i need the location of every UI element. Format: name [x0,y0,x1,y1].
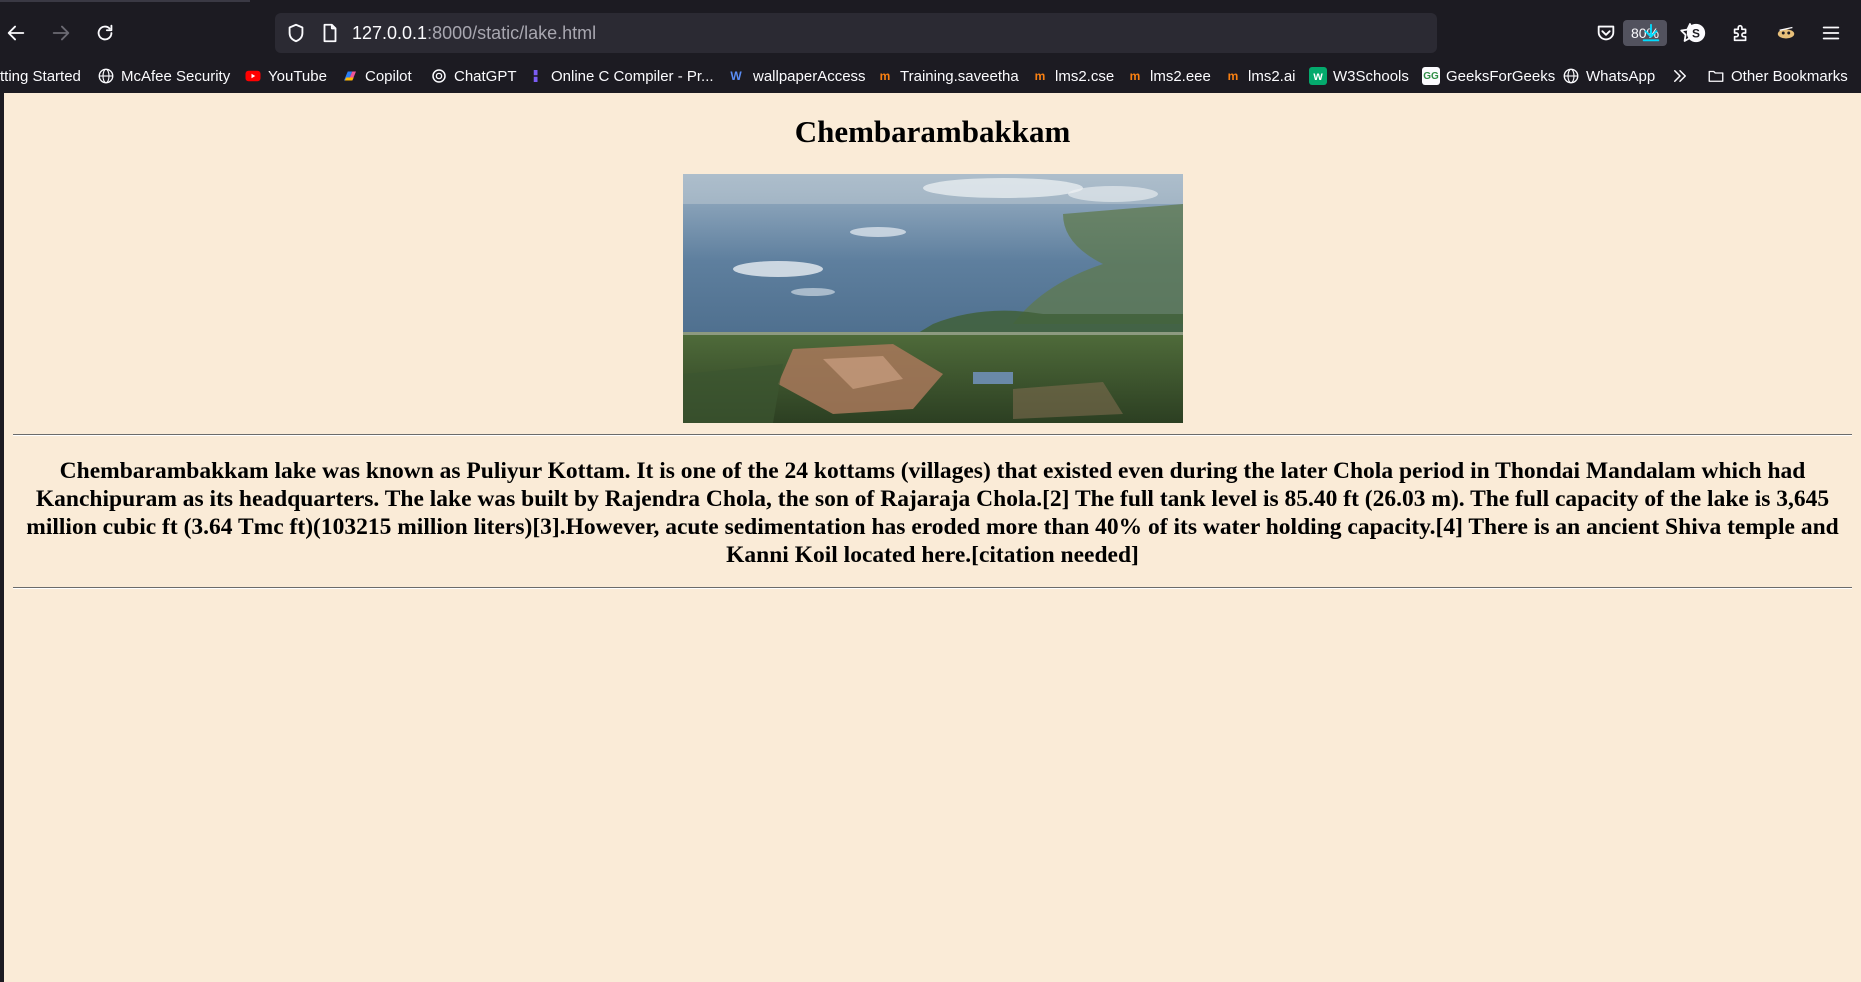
bookmark-geeksforgeeks[interactable]: GG GeeksForGeeks [1422,65,1555,87]
bookmark-mcafee[interactable]: McAfee Security [97,65,230,87]
bookmark-lms2-ai[interactable]: m lms2.ai [1224,65,1296,87]
bookmark-label: WhatsApp [1586,67,1656,85]
youtube-icon [244,67,262,85]
bookmark-youtube[interactable]: YouTube [244,65,327,87]
compiler-icon [527,67,545,85]
bookmark-training-saveetha[interactable]: m Training.saveetha [876,65,1019,87]
account-s-icon: S [1686,23,1706,43]
svg-text:S: S [1692,27,1700,41]
arrow-left-icon [7,25,25,41]
horizontal-rule [13,587,1852,589]
bookmark-label: lms2.ai [1248,67,1296,85]
arrow-right-icon [52,25,70,41]
back-button[interactable] [0,16,33,50]
bookmarks-overflow-button[interactable] [1671,65,1689,87]
pocket-button[interactable] [1593,20,1619,46]
bookmark-label: wallpaperAccess [753,67,866,85]
bookmark-copilot[interactable]: Copilot [341,65,412,87]
bookmark-online-c-compiler[interactable]: Online C Compiler - Pr... [527,65,714,87]
globe-icon [1562,67,1580,85]
moodle-icon: m [879,69,891,83]
bookmark-wallpaperaccess[interactable]: W wallpaperAccess [725,65,866,87]
downloads-button[interactable] [1638,20,1664,46]
chatgpt-icon [430,67,448,85]
page-icon[interactable] [319,22,341,44]
bookmark-label: tting Started [0,67,81,85]
bookmark-label: W3Schools [1333,67,1409,85]
bookmark-whatsapp[interactable]: WhatsApp [1562,65,1655,87]
bookmark-label: ChatGPT [454,67,517,85]
globe-icon [97,67,115,85]
copilot-icon [341,67,359,85]
bookmark-label: GeeksForGeeks [1446,67,1556,85]
page-viewport: Chembarambakkam Chembarambakkam lake was… [4,93,1861,982]
moodle-icon: m [1129,69,1141,83]
wallpaperaccess-icon: W [730,69,742,83]
shield-icon[interactable] [285,22,307,44]
folder-icon [1707,67,1725,85]
lake-aerial-photo [683,174,1183,423]
browser-chrome: 127.0.0.1:8000/static/lake.html 80% S tt… [0,0,1861,93]
page-title: Chembarambakkam [794,114,1071,149]
moodle-icon: m [1034,69,1046,83]
bookmark-label: lms2.eee [1150,67,1211,85]
other-bookmarks-button[interactable]: Other Bookmarks [1707,65,1848,87]
hamburger-menu-icon [1822,26,1840,40]
bookmark-label: McAfee Security [121,67,231,85]
bookmark-getting-started[interactable]: tting Started [0,65,81,87]
reload-icon [97,24,113,41]
tab-strip-indicator [0,0,250,2]
url-path: :8000/static/lake.html [427,23,597,43]
bookmark-lms2-cse[interactable]: m lms2.cse [1031,65,1115,87]
extension-button[interactable] [1773,20,1799,46]
puzzle-icon [1733,24,1747,42]
extension-icon [1777,26,1795,39]
horizontal-rule [13,434,1852,436]
menu-button[interactable] [1818,20,1844,46]
geeksforgeeks-icon: GG [1422,67,1440,85]
bookmark-label: lms2.cse [1055,67,1115,85]
bookmark-label: Training.saveetha [900,67,1019,85]
bookmark-label: Copilot [365,67,412,85]
bookmark-chatgpt[interactable]: ChatGPT [430,65,517,87]
bookmark-label: Online C Compiler - Pr... [551,67,714,85]
url-host: 127.0.0.1 [352,23,428,43]
navigation-toolbar: 127.0.0.1:8000/static/lake.html 80% S [0,8,1861,58]
pocket-icon [1597,25,1615,41]
reload-button[interactable] [88,16,122,50]
forward-button[interactable] [44,16,78,50]
lake-aerial-image [683,174,1183,423]
moodle-icon: m [1227,69,1239,83]
address-bar[interactable]: 127.0.0.1:8000/static/lake.html 80% [275,13,1700,53]
bookmark-w3schools[interactable]: w W3Schools [1309,65,1409,87]
bookmark-label: YouTube [268,67,327,85]
w3schools-icon: w [1309,67,1327,85]
extensions-button[interactable] [1728,20,1754,46]
url-text[interactable]: 127.0.0.1:8000/static/lake.html [352,23,596,44]
chevrons-right-icon [1674,70,1686,82]
bookmark-lms2-eee[interactable]: m lms2.eee [1126,65,1211,87]
download-icon [1642,23,1660,42]
bookmarks-toolbar: tting Started McAfee Security YouTube Co… [0,60,1861,93]
other-bookmarks-label: Other Bookmarks [1731,67,1848,85]
lake-description: Chembarambakkam lake was known as Puliyu… [26,458,1839,568]
account-button[interactable]: S [1683,20,1709,46]
